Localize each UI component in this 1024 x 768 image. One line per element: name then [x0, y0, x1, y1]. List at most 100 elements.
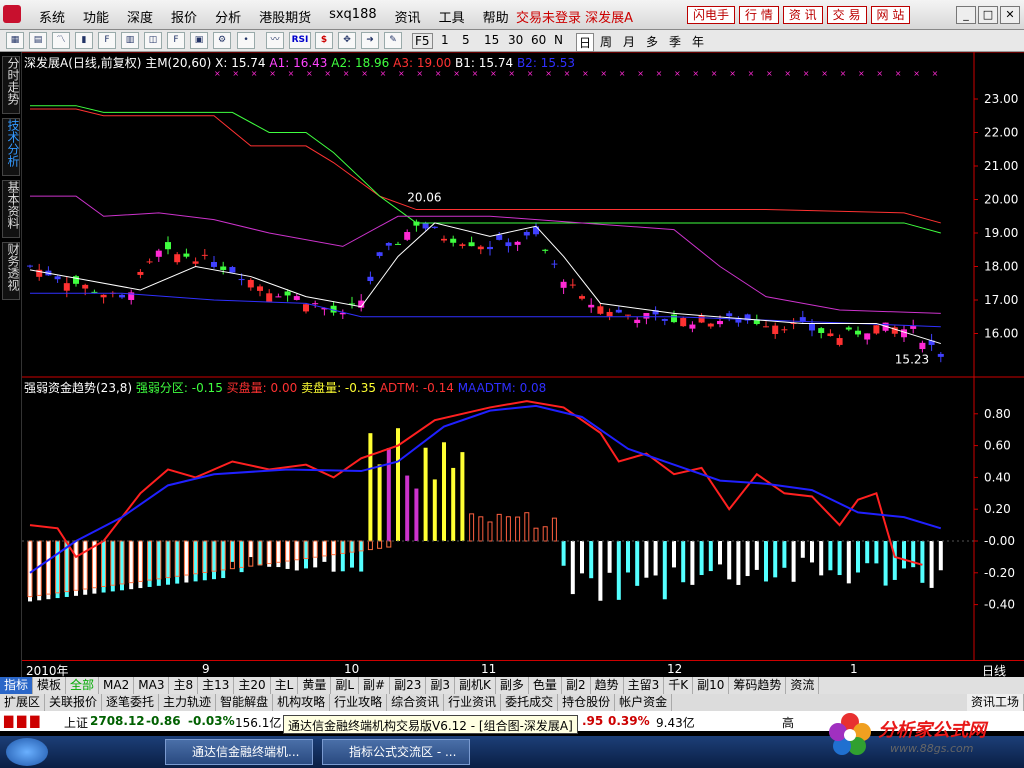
indicator-tab[interactable]: 副23: [390, 677, 427, 694]
f10-icon[interactable]: F: [98, 32, 116, 49]
gear-icon[interactable]: ⚙: [213, 32, 231, 49]
function-tab[interactable]: 行业攻略: [330, 694, 388, 711]
function-tab[interactable]: 综合资讯: [387, 694, 445, 711]
candle: [597, 306, 604, 314]
tab-intraday[interactable]: 分时走势: [2, 56, 20, 114]
function-tab[interactable]: 智能解盘: [216, 694, 274, 711]
function-tab[interactable]: 委托成交: [501, 694, 559, 711]
function-tab[interactable]: 主力轨迹: [159, 694, 217, 711]
chart-area[interactable]: 23.00 22.00 21.00 20.00 19.00 18.00 17.00 16.00…: [22, 52, 1024, 677]
trade-button[interactable]: 交 易: [826, 6, 867, 24]
news-button[interactable]: 资 讯: [782, 6, 823, 24]
arrow-icon[interactable]: ➜: [361, 32, 379, 49]
period-f5[interactable]: F5: [412, 33, 433, 49]
window-icon[interactable]: ◫: [144, 32, 162, 49]
indicator-tab[interactable]: 色量: [529, 677, 562, 694]
period-60min[interactable]: 60: [531, 33, 546, 47]
indicator-tab[interactable]: 主20: [234, 677, 271, 694]
indicator-tab[interactable]: 资流: [786, 677, 820, 694]
flow-bar: [515, 516, 521, 542]
line-chart-icon[interactable]: 〽: [52, 32, 70, 49]
function-tab[interactable]: 持仓股份: [558, 694, 616, 711]
indicator-tab[interactable]: MA3: [134, 677, 170, 694]
menu-item-quote[interactable]: 报价: [162, 7, 206, 26]
period-quarter[interactable]: 季: [669, 33, 681, 50]
wave-icon[interactable]: 〰: [266, 32, 284, 49]
indicator-tab[interactable]: 主13: [198, 677, 235, 694]
indicator-tab[interactable]: 主8: [169, 677, 199, 694]
period-month[interactable]: 月: [623, 33, 635, 50]
indicator-tab[interactable]: 副机K: [455, 677, 496, 694]
menu-item-function[interactable]: 功能: [74, 7, 118, 26]
indicator-tab[interactable]: 模板: [33, 677, 67, 694]
indicator-tab[interactable]: 副L: [331, 677, 360, 694]
function-tab[interactable]: 帐户资金: [615, 694, 673, 711]
flow-bar: [331, 541, 336, 572]
indicator-tab[interactable]: 副10: [693, 677, 730, 694]
period-n[interactable]: N: [554, 33, 563, 47]
flash-trade-button[interactable]: 闪电手: [687, 6, 736, 24]
tab-fundamentals[interactable]: 基本资料: [2, 180, 20, 238]
maximize-button[interactable]: □: [978, 6, 998, 24]
period-1min[interactable]: 1: [441, 33, 449, 47]
function-tab[interactable]: 逐笔委托: [102, 694, 160, 711]
candle-chart-icon[interactable]: ▮: [75, 32, 93, 49]
menu-item-sxq188[interactable]: sxq188: [320, 7, 386, 26]
indicator-tab[interactable]: MA2: [99, 677, 135, 694]
table-icon[interactable]: ▤: [29, 32, 47, 49]
function-tab[interactable]: 行业资讯: [444, 694, 502, 711]
menu-item-news[interactable]: 资讯: [386, 7, 430, 26]
period-5min[interactable]: 5: [462, 33, 470, 47]
function-tab[interactable]: 关联报价: [45, 694, 103, 711]
minimize-button[interactable]: _: [956, 6, 976, 24]
indicator-tab[interactable]: 黄量: [298, 677, 332, 694]
indicator-tab[interactable]: 全部: [66, 677, 100, 694]
indicator-tab[interactable]: 副#: [359, 677, 391, 694]
period-multi[interactable]: 多: [646, 33, 658, 50]
indicator-tab[interactable]: 副2: [562, 677, 591, 694]
menu-item-hk-futures[interactable]: 港股期货: [250, 7, 320, 26]
candle: [459, 244, 466, 246]
website-button[interactable]: 网 站: [870, 6, 911, 24]
indicator-tab[interactable]: 千K: [664, 677, 694, 694]
menu-item-help[interactable]: 帮助: [474, 7, 518, 26]
start-button[interactable]: [6, 738, 48, 766]
dollar-icon[interactable]: $: [315, 32, 333, 49]
indicator-tab[interactable]: 筹码趋势: [729, 677, 787, 694]
rsi-icon[interactable]: RSI: [289, 32, 311, 49]
news-workshop-tab[interactable]: 资讯工场: [966, 694, 1024, 711]
menu-item-depth[interactable]: 深度: [118, 7, 162, 26]
menu-item-tools[interactable]: 工具: [430, 7, 474, 26]
close-button[interactable]: ✕: [1000, 6, 1020, 24]
tab-financials[interactable]: 财务透视: [2, 242, 20, 300]
indicator-tab[interactable]: 副多: [496, 677, 529, 694]
period-15min[interactable]: 15: [484, 33, 499, 47]
menu-item-analysis[interactable]: 分析: [206, 7, 250, 26]
ticker-name[interactable]: 上证: [64, 714, 88, 731]
calc-icon[interactable]: ▣: [190, 32, 208, 49]
chart-canvas[interactable]: 23.00 22.00 21.00 20.00 19.00 18.00 17.00 16.00…: [22, 52, 1024, 660]
function-tab[interactable]: 机构攻略: [273, 694, 331, 711]
flow-bar: [350, 541, 354, 568]
indicator-tab[interactable]: 副3: [426, 677, 456, 694]
chart-icon[interactable]: ▥: [121, 32, 139, 49]
market-button[interactable]: 行 情: [739, 6, 779, 24]
indicator-tab[interactable]: 指标: [0, 677, 34, 694]
indicator-tab[interactable]: 趋势: [591, 677, 624, 694]
indicator-tab[interactable]: 主留3: [624, 677, 665, 694]
pencil-icon[interactable]: ✎: [384, 32, 402, 49]
grid-icon[interactable]: ▦: [6, 32, 24, 49]
indicator-tab[interactable]: 主L: [271, 677, 299, 694]
period-week[interactable]: 周: [600, 33, 612, 50]
taskbar-item-forum[interactable]: 指标公式交流区 - ...: [322, 739, 470, 765]
period-day[interactable]: 日: [576, 33, 595, 52]
taskbar-item-terminal[interactable]: 通达信金融终端机...: [165, 739, 313, 765]
move-icon[interactable]: ✥: [338, 32, 356, 49]
period-year[interactable]: 年: [692, 33, 704, 50]
period-30min[interactable]: 30: [508, 33, 523, 47]
f12-icon[interactable]: F: [167, 32, 185, 49]
function-tab[interactable]: 扩展区: [0, 694, 46, 711]
menu-item-system[interactable]: 系统: [30, 7, 74, 26]
tab-technical[interactable]: 技术分析: [2, 118, 20, 176]
dot-icon[interactable]: •: [237, 32, 255, 49]
